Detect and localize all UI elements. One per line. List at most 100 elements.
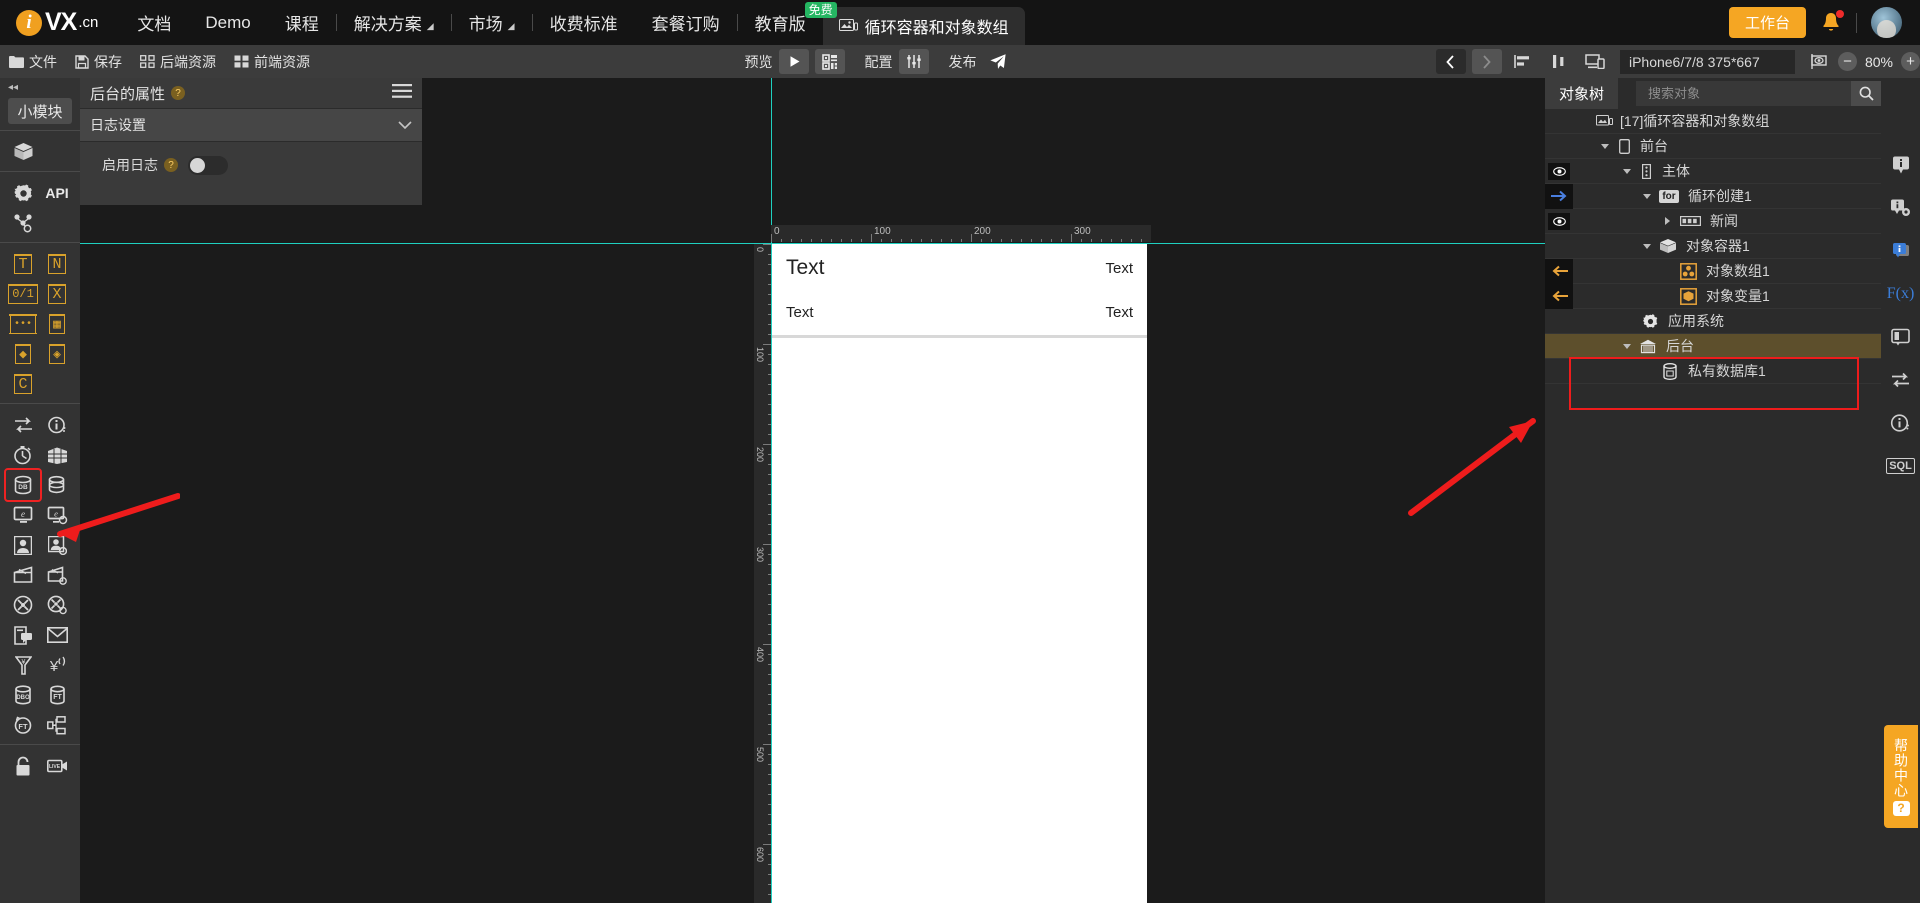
info-stack-icon[interactable] [1888,239,1914,263]
tree-node-frontend[interactable]: 前台 [1545,134,1881,159]
rail-item-array-variable[interactable]: ••• [6,309,40,339]
rail-item-fan[interactable] [6,590,40,620]
nav-item-market[interactable]: 市场 ◢ [452,0,532,45]
device-selector[interactable]: iPhone6/7/8 375*667 [1619,49,1795,74]
rail-item-gear[interactable] [6,178,40,208]
rail-item-clock-variable[interactable]: C [6,369,40,399]
tree-node-object-container[interactable]: 对象容器1 [1545,234,1881,259]
publish-button[interactable] [984,49,1012,74]
nav-item-pricing[interactable]: 收费标准 [533,0,635,45]
expand-toggle[interactable] [1617,168,1637,174]
responsive-view-button[interactable] [1581,49,1609,74]
panel-icon[interactable] [1888,325,1914,349]
rail-item-yuan-funnel[interactable]: ¥ [6,650,40,680]
expand-toggle[interactable] [1617,343,1637,349]
rail-item-api[interactable]: API [40,178,74,208]
align-horizontal-button[interactable] [1509,49,1537,74]
rail-item-object-array[interactable]: ◈ [40,339,74,369]
rail-item-database[interactable]: DB [4,468,42,502]
rail-item-flowchart[interactable] [40,710,74,740]
rail-item-live-camera[interactable]: LIVE [40,751,74,781]
rail-item-object-variable[interactable]: ◆ [6,339,40,369]
nav-item-education[interactable]: 教育版 免费 [738,0,837,45]
expand-toggle[interactable] [1595,143,1615,149]
rail-item-e-monitor[interactable]: e [6,500,40,530]
tree-node-object-array[interactable]: 对象数组1 [1545,258,1881,284]
rail-item-database-cloud[interactable] [40,470,74,500]
rail-item-flow-node[interactable] [6,208,40,238]
rail-item-fan-cloud[interactable] [40,590,74,620]
tree-node-main-body[interactable]: 主体 [1545,159,1881,184]
rail-item-timer[interactable] [6,440,40,470]
visibility-toggle[interactable] [1548,212,1570,230]
rail-item-text-variable[interactable]: T [6,249,40,279]
rail-item-form-chat[interactable] [6,620,40,650]
help-center-button[interactable]: 帮助中心 ? [1884,725,1918,828]
rail-item-wallet[interactable] [6,560,40,590]
rail-item-wallet-cloud[interactable] [40,560,74,590]
rail-item-table-variable[interactable]: ▦ [40,309,74,339]
rail-item-package[interactable] [6,137,40,167]
align-vertical-button[interactable] [1545,49,1573,74]
notifications-button[interactable] [1820,9,1844,35]
save-button[interactable]: 保存 [66,45,131,78]
tree-node-project[interactable]: [17]循环容器和对象数组 [1545,109,1881,134]
rail-title-small-modules[interactable]: 小模块 [8,98,72,124]
tree-node-app-system[interactable]: 应用系统 [1545,309,1881,334]
search-button[interactable] [1851,81,1881,106]
info-gear-icon[interactable] [1888,196,1914,220]
nav-forward-button[interactable] [1471,49,1502,74]
toggle-visibility-button[interactable] [1806,49,1834,74]
rail-item-info-clock[interactable] [40,410,74,440]
file-menu-button[interactable]: 文件 [0,45,66,78]
properties-section-log-settings[interactable]: 日志设置 [80,109,422,142]
rail-item-number-variable[interactable]: N [40,249,74,279]
expand-toggle[interactable] [1637,243,1657,249]
expand-toggle[interactable] [1657,217,1677,225]
zoom-out-button[interactable]: − [1837,52,1857,71]
exchange-icon[interactable] [1888,368,1914,392]
help-icon[interactable]: ? [164,158,178,172]
nav-item-packages[interactable]: 套餐订购 [635,0,737,45]
help-icon[interactable]: ? [171,86,186,100]
backend-resource-button[interactable]: 后端资源 [131,45,225,78]
rail-item-lock[interactable] [6,751,40,781]
brand-logo[interactable]: i VX .cn [16,8,98,37]
rail-item-grid-table[interactable] [40,440,74,470]
user-avatar[interactable] [1871,7,1902,38]
rail-item-mail[interactable] [40,620,74,650]
search-input[interactable] [1636,86,1851,101]
nav-item-courses[interactable]: 课程 [268,0,336,45]
tree-node-news[interactable]: 新闻 [1545,209,1881,234]
frontend-resource-button[interactable]: 前端资源 [225,45,319,78]
tree-node-private-database[interactable]: 私有数据库1 [1545,359,1881,384]
rail-item-user-copy[interactable] [40,530,74,560]
properties-menu-button[interactable] [392,83,412,103]
fx-icon[interactable]: F(x) [1887,282,1915,306]
run-preview-button[interactable] [779,49,810,74]
nav-item-demo[interactable]: Demo [188,0,267,45]
visibility-toggle[interactable] [1548,162,1570,180]
nav-item-docs[interactable]: 文档 [120,0,188,45]
nav-back-button[interactable] [1435,49,1466,74]
rail-collapse-button[interactable]: ◂◂ [0,78,80,96]
tree-node-loop-create[interactable]: for 循环创建1 [1545,183,1881,209]
config-settings-button[interactable] [899,49,930,74]
expand-toggle[interactable] [1637,193,1657,199]
nav-item-solutions[interactable]: 解决方案 ◢ [337,0,451,45]
goto-button[interactable] [1545,283,1573,309]
tree-node-object-variable[interactable]: 对象变量1 [1545,283,1881,309]
tree-node-backend[interactable]: 后台 [1545,334,1881,359]
info-circle-icon[interactable] [1888,411,1914,435]
rail-item-percent-variable[interactable]: 0/1 [6,279,40,309]
rail-item-e-monitor-cloud[interactable]: e [40,500,74,530]
rail-item-user[interactable] [6,530,40,560]
rail-item-transfer[interactable] [6,410,40,440]
preview-row-1[interactable]: Text Text [772,244,1147,292]
rail-item-yuan-signal[interactable]: ¥ [40,650,74,680]
tab-object-tree[interactable]: 对象树 [1545,78,1619,109]
sql-icon[interactable]: SQL [1886,454,1915,478]
goto-button[interactable] [1545,258,1573,284]
rail-item-x-variable[interactable]: X [40,279,74,309]
enable-log-toggle[interactable] [188,155,228,175]
